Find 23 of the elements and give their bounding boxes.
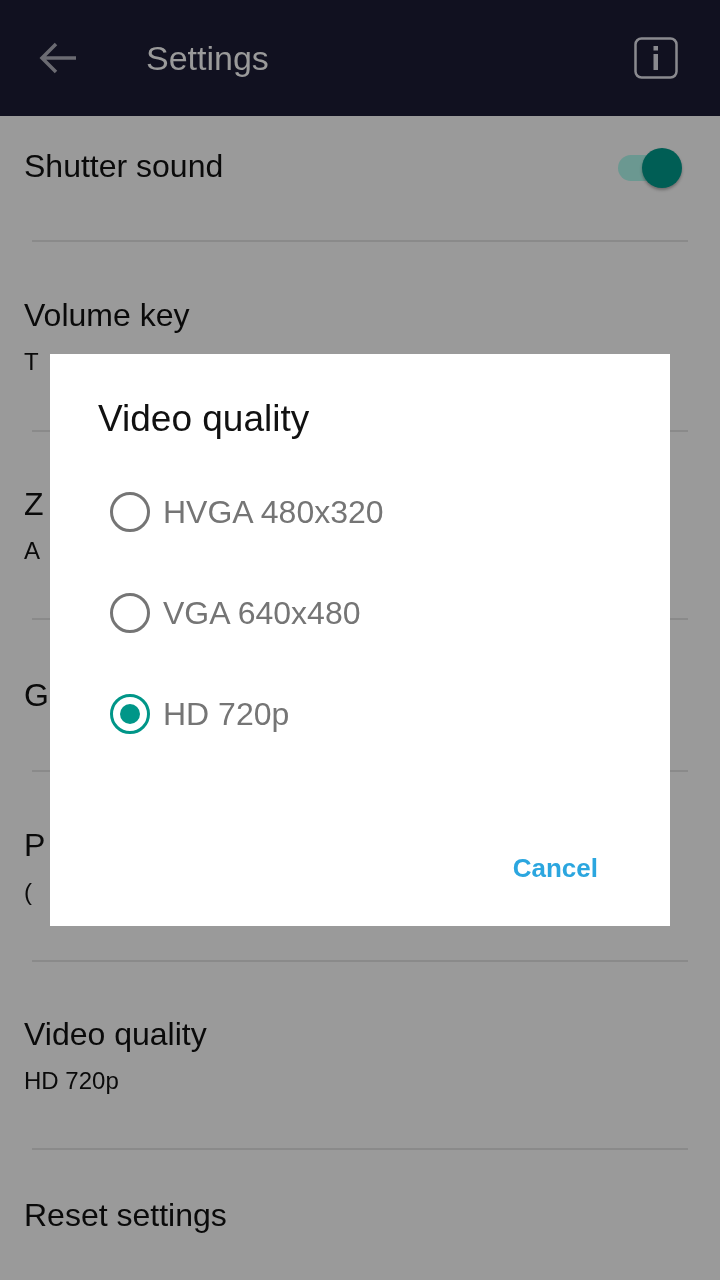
setting-value: (: [24, 877, 32, 906]
setting-value: A: [24, 536, 40, 565]
option-label[interactable]: HVGA 480x320: [163, 488, 384, 536]
info-icon[interactable]: [634, 37, 678, 79]
setting-title: Reset settings: [24, 1196, 227, 1234]
toolbar-title: Settings: [146, 38, 270, 78]
cancel-button[interactable]: Cancel: [496, 841, 614, 896]
setting-value: T: [24, 347, 39, 376]
back-arrow-icon[interactable]: [38, 42, 78, 74]
setting-value: HD 720p: [24, 1066, 119, 1095]
option-label[interactable]: HD 720p: [163, 690, 290, 738]
radio-button[interactable]: [110, 593, 150, 633]
radio-button[interactable]: [110, 492, 150, 532]
setting-title: Shutter sound: [24, 148, 224, 185]
option-label[interactable]: VGA 640x480: [163, 589, 361, 637]
setting-title: Z: [24, 485, 44, 523]
radio-button[interactable]: [110, 694, 150, 734]
setting-title: Volume key: [24, 296, 190, 334]
dialog-title: Video quality: [98, 398, 311, 440]
setting-title: Video quality: [24, 1015, 207, 1053]
setting-title: G: [24, 676, 49, 714]
toggle-switch[interactable]: [618, 148, 682, 188]
setting-title: P: [24, 826, 46, 864]
